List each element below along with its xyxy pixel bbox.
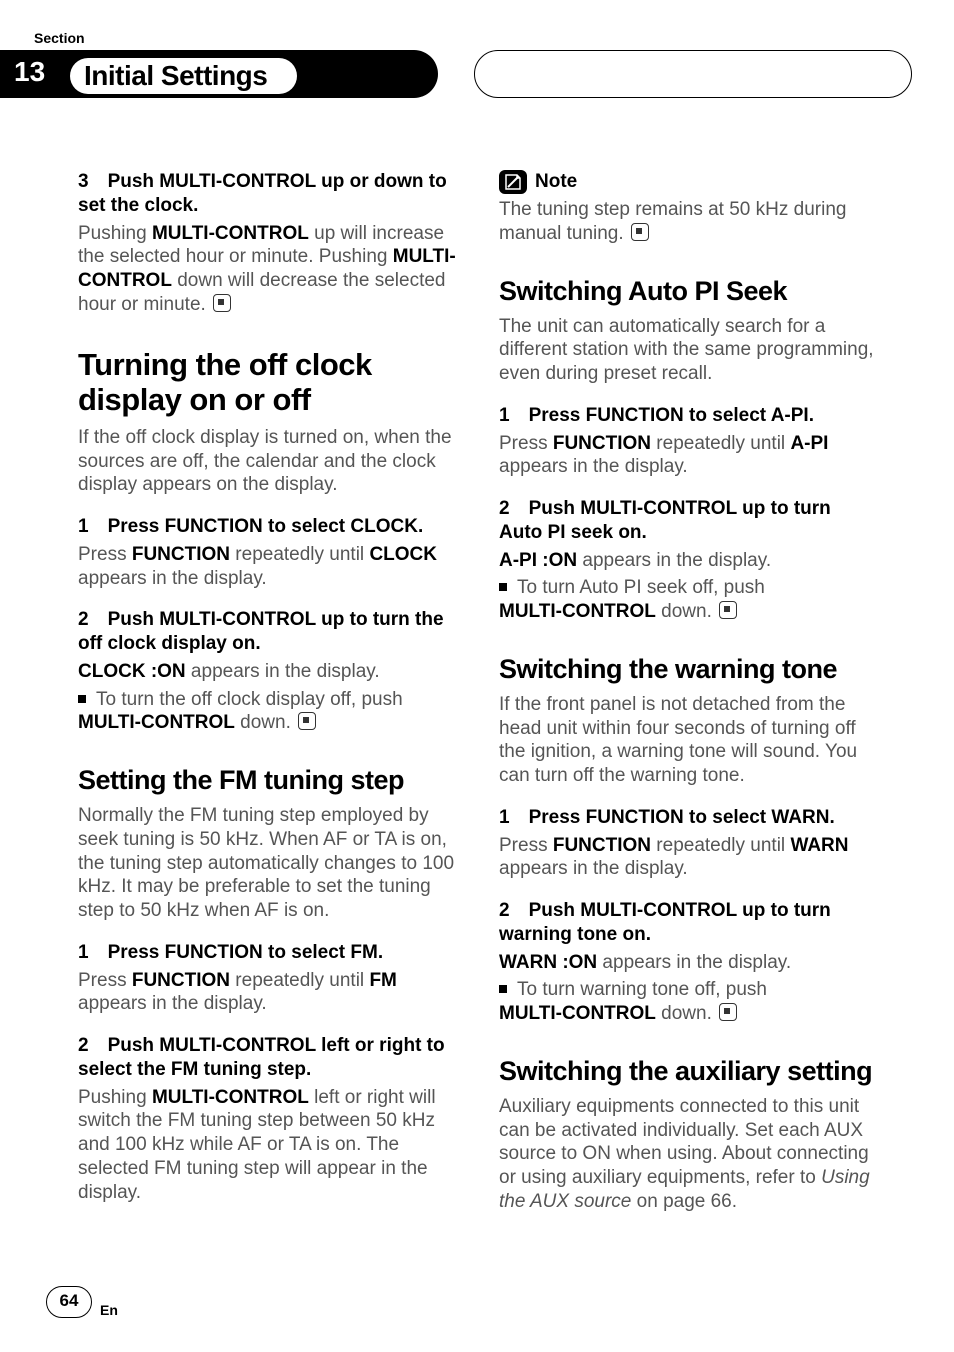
body-text: WARN :ON appears in the display. [499, 951, 878, 975]
page-number: 64 [46, 1286, 92, 1318]
language-label: En [100, 1302, 118, 1318]
term-function: FUNCTION [553, 433, 651, 454]
step-heading: 1 Press FUNCTION to select CLOCK. [78, 515, 457, 539]
text: Auxiliary equipments connected to this u… [499, 1096, 869, 1188]
section-number: 13 [14, 56, 45, 88]
end-mark-icon [631, 223, 649, 241]
bullet-item: To turn warning tone off, push [499, 978, 878, 1002]
body-text: MULTI-CONTROL down. [499, 1002, 878, 1026]
section-label: Section [34, 30, 85, 46]
body-text: Press FUNCTION repeatedly until FM appea… [78, 969, 457, 1017]
text: The tuning step remains at 50 kHz during… [499, 199, 846, 244]
right-column: Note The tuning step remains at 50 kHz d… [499, 170, 878, 1218]
bullet-text: To turn warning tone off, push [517, 978, 767, 1002]
bullet-item: To turn the off clock display off, push [78, 688, 457, 712]
text: Press [78, 970, 132, 991]
text: repeatedly until [230, 544, 369, 565]
text: on page 66. [631, 1191, 737, 1212]
text: Pushing [78, 223, 152, 244]
term-multi-control: MULTI-CONTROL [78, 712, 235, 733]
text: repeatedly until [651, 433, 790, 454]
body-text: Pushing MULTI-CONTROL left or right will… [78, 1086, 457, 1205]
text: down. [656, 601, 712, 622]
step-heading: 1 Press FUNCTION to select WARN. [499, 806, 878, 830]
body-text: The unit can automatically search for a … [499, 315, 878, 386]
term-clock-on: CLOCK :ON [78, 661, 186, 682]
body-text: Press FUNCTION repeatedly until WARN app… [499, 834, 878, 882]
end-mark-icon [298, 712, 316, 730]
left-column: 3 Push MULTI-CONTROL up or down to set t… [78, 170, 457, 1218]
bullet-text: To turn the off clock display off, push [96, 688, 403, 712]
body-text: If the front panel is not detached from … [499, 693, 878, 788]
text: appears in the display. [499, 858, 688, 879]
text: appears in the display. [78, 993, 267, 1014]
term-function: FUNCTION [132, 544, 230, 565]
term-fm: FM [369, 970, 396, 991]
heading-auto-pi: Switching Auto PI Seek [499, 276, 878, 307]
body-text: CLOCK :ON appears in the display. [78, 660, 457, 684]
text: Press [499, 433, 553, 454]
chapter-title-wrap: Initial Settings [70, 58, 297, 94]
step-heading: 2 Push MULTI-CONTROL up to turn warning … [499, 899, 878, 947]
step-heading: 1 Press FUNCTION to select A-PI. [499, 404, 878, 428]
note-icon [499, 170, 527, 194]
body-text: Press FUNCTION repeatedly until A-PI app… [499, 432, 878, 480]
term-api: A-PI [790, 433, 828, 454]
text: repeatedly until [230, 970, 369, 991]
bullet-text: To turn Auto PI seek off, push [517, 576, 765, 600]
step-heading: 2 Push MULTI-CONTROL left or right to se… [78, 1034, 457, 1082]
body-text: MULTI-CONTROL down. [78, 711, 457, 735]
text: Press [78, 544, 132, 565]
text: down. [235, 712, 291, 733]
term-clock: CLOCK [369, 544, 437, 565]
body-text: Pushing MULTI-CONTROL up will increase t… [78, 222, 457, 317]
text: Pushing [78, 1087, 152, 1108]
term-multi-control: MULTI-CONTROL [152, 223, 309, 244]
header-oval-right [474, 50, 912, 98]
term-function: FUNCTION [553, 835, 651, 856]
chapter-title: Initial Settings [70, 58, 297, 94]
text: appears in the display. [597, 952, 791, 973]
step-heading: 2 Push MULTI-CONTROL up to turn the off … [78, 608, 457, 656]
body-text: A-PI :ON appears in the display. [499, 549, 878, 573]
body-text: MULTI-CONTROL down. [499, 600, 878, 624]
body-text: Press FUNCTION repeatedly until CLOCK ap… [78, 543, 457, 591]
step-heading: 2 Push MULTI-CONTROL up to turn Auto PI … [499, 497, 878, 545]
term-multi-control: MULTI-CONTROL [152, 1087, 309, 1108]
term-api-on: A-PI :ON [499, 550, 577, 571]
step-heading: 3 Push MULTI-CONTROL up or down to set t… [78, 170, 457, 218]
body-text: Auxiliary equipments connected to this u… [499, 1095, 878, 1214]
text: down. [656, 1003, 712, 1024]
term-warn: WARN [790, 835, 848, 856]
term-function: FUNCTION [132, 970, 230, 991]
note-label: Note [535, 170, 577, 194]
text: Press [499, 835, 553, 856]
square-bullet-icon [499, 985, 507, 993]
note-text: The tuning step remains at 50 kHz during… [499, 198, 878, 246]
text: appears in the display. [499, 456, 688, 477]
text: repeatedly until [651, 835, 790, 856]
body-text: If the off clock display is turned on, w… [78, 426, 457, 497]
text: appears in the display. [78, 568, 267, 589]
square-bullet-icon [499, 583, 507, 591]
step-heading: 1 Press FUNCTION to select FM. [78, 941, 457, 965]
heading-aux-setting: Switching the auxiliary setting [499, 1056, 878, 1087]
body-text: Normally the FM tuning step employed by … [78, 804, 457, 923]
note-header: Note [499, 170, 878, 194]
text: appears in the display. [577, 550, 771, 571]
text: appears in the display. [186, 661, 380, 682]
end-mark-icon [213, 294, 231, 312]
term-multi-control: MULTI-CONTROL [499, 601, 656, 622]
bullet-item: To turn Auto PI seek off, push [499, 576, 878, 600]
chapter-tab: 13 Initial Settings [0, 50, 438, 98]
heading-fm-step: Setting the FM tuning step [78, 765, 457, 796]
term-multi-control: MULTI-CONTROL [499, 1003, 656, 1024]
square-bullet-icon [78, 695, 86, 703]
end-mark-icon [719, 1003, 737, 1021]
heading-off-clock: Turning the off clock display on or off [78, 347, 457, 418]
end-mark-icon [719, 601, 737, 619]
term-warn-on: WARN :ON [499, 952, 597, 973]
heading-warning-tone: Switching the warning tone [499, 654, 878, 685]
header-tabs: 13 Initial Settings [0, 50, 954, 102]
